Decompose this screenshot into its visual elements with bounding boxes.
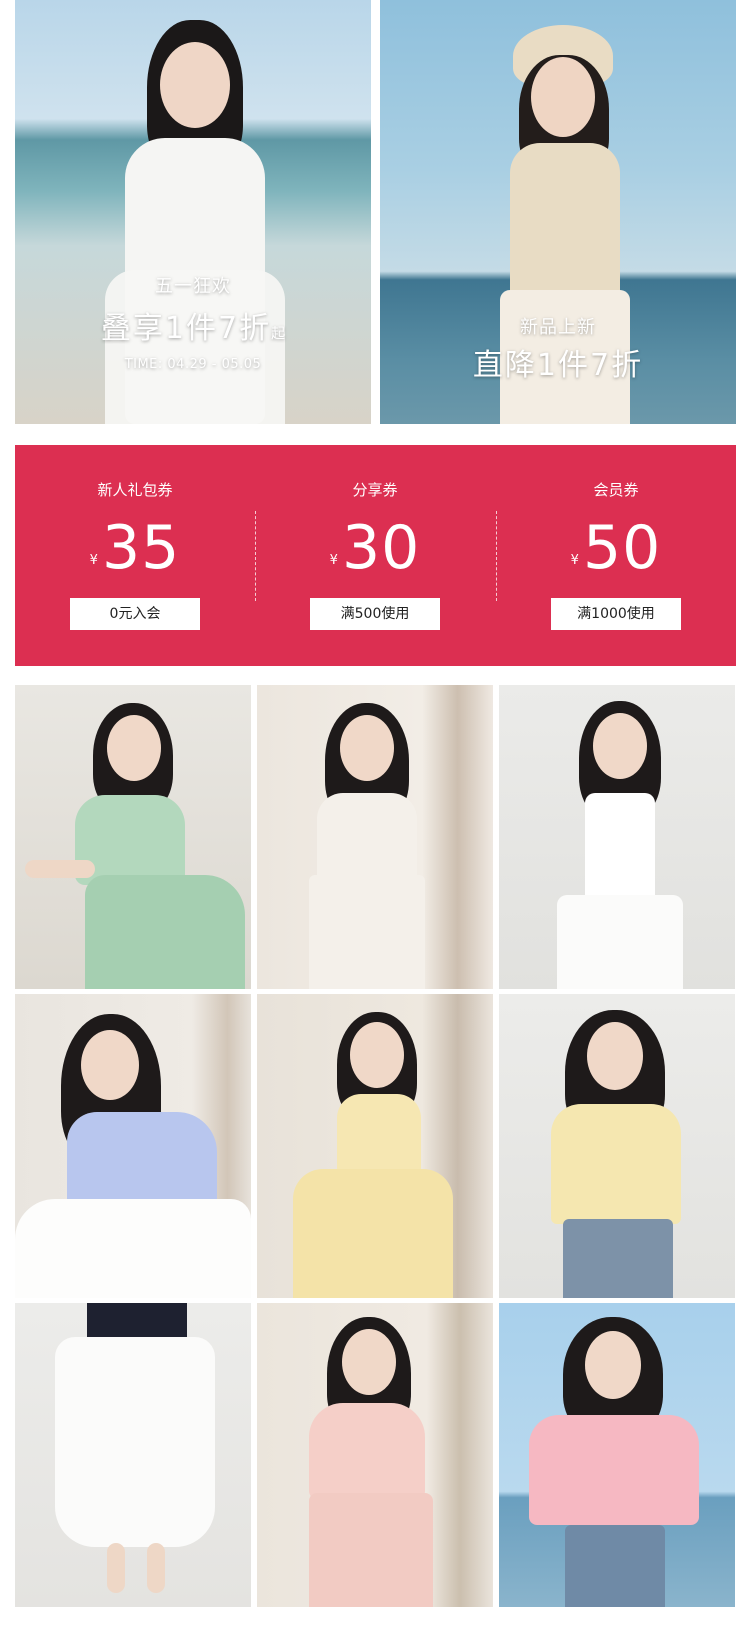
banner-headline: 直降1件7折 xyxy=(472,348,644,383)
coupon-amount: 30 xyxy=(341,513,421,583)
coupon-title: 会员券 xyxy=(593,481,639,499)
promo-banner-holiday[interactable]: 五一狂欢 叠享1件7折起 TIME: 04.29 - 05.05 xyxy=(15,0,371,424)
product-card[interactable] xyxy=(15,1303,251,1607)
currency-symbol: ¥ xyxy=(570,553,579,568)
product-card[interactable] xyxy=(15,685,251,989)
product-card[interactable] xyxy=(499,685,735,989)
coupon-panel: 新人礼包券 ¥35 0元入会 分享券 ¥30 满500使用 会员券 ¥50 满1… xyxy=(15,445,736,666)
banner-headline-text: 叠享1件7折 xyxy=(100,311,272,346)
coupon-title: 新人礼包券 xyxy=(97,481,173,499)
product-card[interactable] xyxy=(257,1303,493,1607)
currency-symbol: ¥ xyxy=(89,553,98,568)
coupon-value: ¥50 xyxy=(496,513,736,583)
product-card[interactable] xyxy=(499,1303,735,1607)
coupon-value: ¥30 xyxy=(255,513,495,583)
banner-title: 五一狂欢 xyxy=(155,276,231,297)
promo-banner-new-arrivals[interactable]: 新品上新 直降1件7折 xyxy=(380,0,736,424)
banner-headline-suffix: 起 xyxy=(271,326,286,342)
product-card[interactable] xyxy=(257,685,493,989)
coupon-claim-button[interactable]: 0元入会 xyxy=(70,598,200,630)
product-card[interactable] xyxy=(257,994,493,1298)
product-card[interactable] xyxy=(15,994,251,1298)
coupon-amount: 35 xyxy=(101,513,181,583)
coupon-value: ¥35 xyxy=(15,513,255,583)
banner-title: 新品上新 xyxy=(520,317,596,338)
coupon-new-member[interactable]: 新人礼包券 ¥35 0元入会 xyxy=(15,445,255,666)
currency-symbol: ¥ xyxy=(329,553,338,568)
product-card[interactable] xyxy=(499,994,735,1298)
coupon-claim-button[interactable]: 满500使用 xyxy=(310,598,440,630)
banner-headline: 叠享1件7折起 xyxy=(15,303,371,347)
coupon-claim-button[interactable]: 满1000使用 xyxy=(551,598,681,630)
coupon-amount: 50 xyxy=(582,513,662,583)
coupon-member[interactable]: 会员券 ¥50 满1000使用 xyxy=(496,445,736,666)
banner-time: TIME: 04.29 - 05.05 xyxy=(124,357,262,372)
coupon-share[interactable]: 分享券 ¥30 满500使用 xyxy=(255,445,495,666)
coupon-title: 分享券 xyxy=(352,481,398,499)
